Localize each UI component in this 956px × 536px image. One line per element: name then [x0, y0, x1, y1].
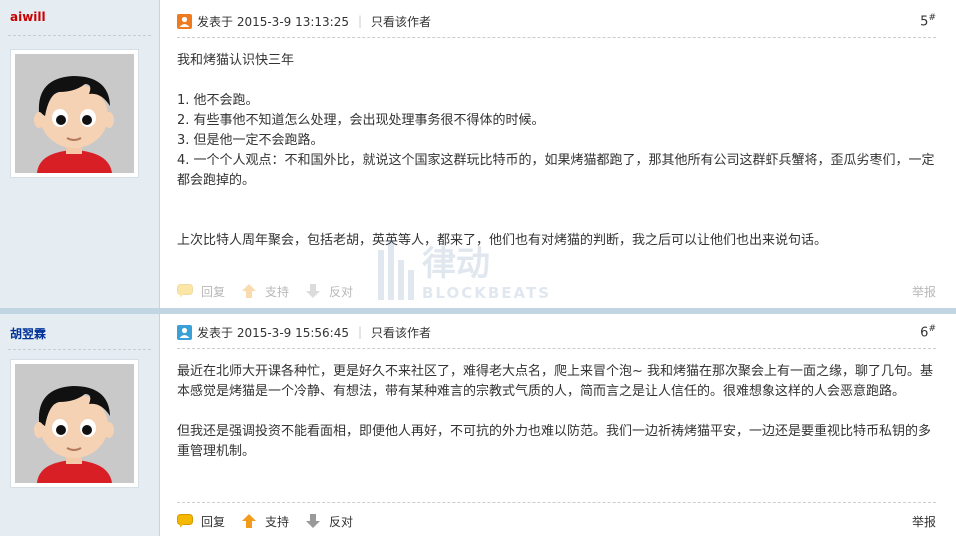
post-meta: 发表于 2015-3-9 13:13:25 | 只看该作者 — [177, 13, 431, 29]
support-button[interactable]: 支持 — [241, 513, 289, 530]
reply-bubble-icon — [177, 284, 193, 298]
user-online-icon — [177, 13, 192, 29]
post-paragraph: 1. 他不会跑。 — [177, 93, 259, 108]
author-sidebar: 胡翌霖 — [0, 314, 160, 536]
post-paragraph: 上次比特人周年聚会，包括老胡，英英等人，都来了，他们也有对烤猫的判断，我之后可以… — [177, 233, 828, 248]
post-meta: 发表于 2015-3-9 15:56:45 | 只看该作者 — [177, 324, 431, 340]
only-author-link[interactable]: 只看该作者 — [371, 324, 431, 341]
report-link[interactable]: 举报 — [912, 283, 936, 300]
oppose-label: 反对 — [329, 284, 354, 299]
avatar — [15, 54, 134, 173]
user-offline-icon — [177, 324, 192, 340]
oppose-arrow-icon — [305, 284, 321, 298]
support-label: 支持 — [265, 284, 290, 299]
post-5: aiwill 发表于 2015-3-9 13:13:25 | 只看该作者 5# … — [0, 0, 956, 308]
post-time: 发表于 2015-3-9 15:56:45 — [197, 325, 349, 340]
post-body: 我和烤猫认识快三年 1. 他不会跑。 2. 有些事他不知道怎么处理，会出现处理事… — [177, 51, 936, 251]
post-content: 发表于 2015-3-9 15:56:45 | 只看该作者 6# 最近在北师大开… — [161, 314, 956, 536]
reply-label: 回复 — [201, 284, 226, 299]
divider — [8, 349, 151, 350]
post-actions: 回复 支持 反对 举报 — [177, 512, 936, 530]
oppose-arrow-icon — [305, 514, 321, 528]
floor-sup: # — [928, 324, 936, 334]
support-button[interactable]: 支持 — [241, 283, 289, 300]
reply-bubble-icon — [177, 514, 193, 528]
post-paragraph: 最近在北师大开课各种忙，更是好久不来社区了，难得老大点名，爬上来冒个泡~ 我和烤… — [177, 364, 934, 399]
divider — [177, 502, 936, 503]
floor-sup: # — [928, 13, 936, 23]
reply-button[interactable]: 回复 — [177, 283, 225, 300]
avatar-frame[interactable] — [10, 359, 139, 488]
reply-button[interactable]: 回复 — [177, 513, 225, 530]
support-arrow-icon — [241, 514, 257, 528]
post-paragraph: 3. 但是他一定不会跑路。 — [177, 133, 324, 148]
oppose-label: 反对 — [329, 514, 354, 529]
report-link[interactable]: 举报 — [912, 513, 936, 530]
support-label: 支持 — [265, 514, 290, 529]
oppose-button[interactable]: 反对 — [305, 513, 353, 530]
avatar-image — [15, 364, 134, 483]
divider — [177, 348, 936, 349]
reply-label: 回复 — [201, 514, 226, 529]
author-name-link[interactable]: 胡翌霖 — [10, 325, 46, 342]
divider — [8, 35, 151, 36]
author-sidebar: aiwill — [0, 0, 160, 308]
post-paragraph: 我和烤猫认识快三年 — [177, 53, 295, 68]
post-paragraph: 4. 一个个人观点：不和国外比，就说这个国家这群玩比特币的，如果烤猫都跑了，那其… — [177, 153, 935, 188]
support-arrow-icon — [241, 284, 257, 298]
avatar — [15, 364, 134, 483]
author-name-link[interactable]: aiwill — [10, 10, 46, 24]
divider — [177, 37, 936, 38]
post-paragraph: 但我还是强调投资不能看面相，即便他人再好，不可抗的外力也难以防范。我们一边祈祷烤… — [177, 424, 932, 459]
floor-number[interactable]: 6# — [920, 324, 936, 340]
post-body: 最近在北师大开课各种忙，更是好久不来社区了，难得老大点名，爬上来冒个泡~ 我和烤… — [177, 362, 936, 462]
post-6: 胡翌霖 发表于 2015-3-9 15:56:45 | 只看该作者 6# 最近在… — [0, 308, 956, 536]
post-actions: 回复 支持 反对 举报 — [177, 282, 936, 300]
avatar-image — [15, 54, 134, 173]
avatar-frame[interactable] — [10, 49, 139, 178]
floor-number[interactable]: 5# — [920, 13, 936, 29]
only-author-link[interactable]: 只看该作者 — [371, 13, 431, 30]
post-content: 发表于 2015-3-9 13:13:25 | 只看该作者 5# 我和烤猫认识快… — [161, 0, 956, 308]
post-paragraph: 2. 有些事他不知道怎么处理，会出现处理事务很不得体的时候。 — [177, 113, 545, 128]
meta-separator: | — [358, 14, 363, 28]
post-time: 发表于 2015-3-9 13:13:25 — [197, 14, 349, 29]
meta-separator: | — [358, 325, 363, 339]
oppose-button[interactable]: 反对 — [305, 283, 353, 300]
